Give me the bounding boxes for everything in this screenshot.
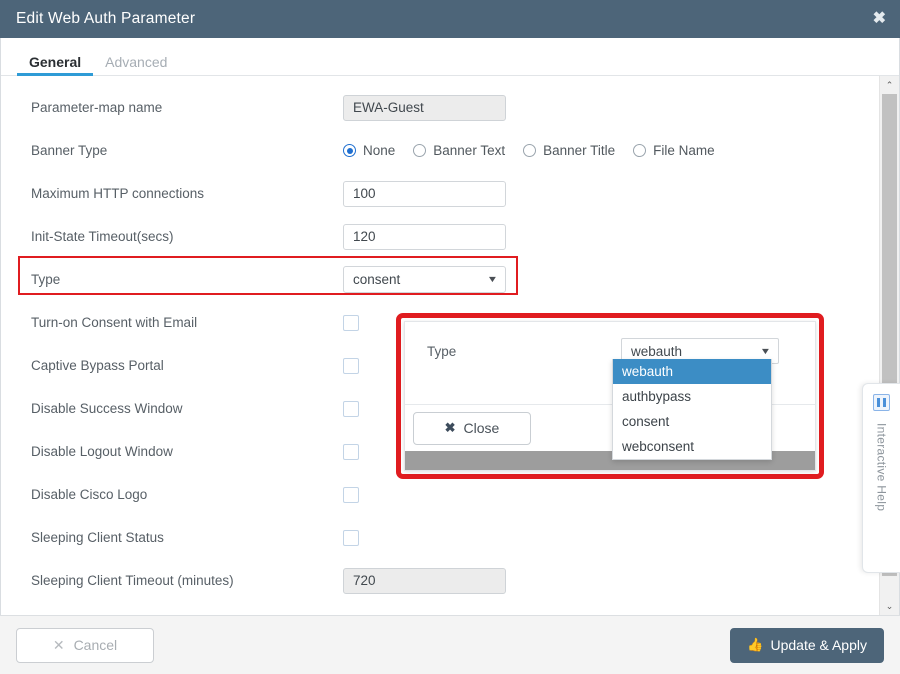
parameter-map-name-input[interactable]: EWA-Guest — [343, 94, 506, 121]
label-sleeping-client-timeout: Sleeping Client Timeout (minutes) — [31, 573, 234, 588]
interactive-help-label: Interactive Help — [874, 423, 889, 512]
field-max-http-connections: 100 — [343, 180, 879, 207]
type-select-value: consent — [353, 272, 401, 287]
radio-banner-type-none[interactable]: None — [343, 143, 395, 158]
dropdown-option-webconsent[interactable]: webconsent — [613, 434, 771, 459]
row-sleeping-client-timeout: Sleeping Client Timeout (minutes) 720 — [1, 559, 879, 602]
banner-type-radio-group: None Banner Text Banner Title File Name — [343, 143, 879, 158]
label-disable-logout-window: Disable Logout Window — [31, 444, 173, 459]
label-init-state-timeout: Init-State Timeout(secs) — [31, 229, 174, 244]
close-icon[interactable]: ✖ — [873, 11, 886, 27]
checkbox-sleeping-client-status[interactable] — [343, 529, 359, 546]
label-sleeping-client-status: Sleeping Client Status — [31, 530, 164, 545]
label-banner-type: Banner Type — [31, 143, 108, 158]
dialog-title: Edit Web Auth Parameter — [16, 10, 196, 27]
thumbs-up-icon: 👍 — [747, 637, 764, 652]
checkbox-captive-bypass-portal[interactable] — [343, 357, 359, 374]
field-sleeping-client-timeout: 720 — [343, 567, 879, 594]
update-apply-button[interactable]: 👍 Update & Apply — [730, 627, 884, 663]
dropdown-option-consent[interactable]: consent — [613, 409, 771, 434]
init-state-timeout-input[interactable]: 120 — [343, 223, 506, 250]
radio-banner-type-banner-title[interactable]: Banner Title — [523, 143, 615, 158]
dialog-titlebar: Edit Web Auth Parameter ✖ — [0, 0, 900, 38]
scroll-down-icon[interactable]: ⌄ — [880, 597, 899, 615]
dropdown-option-webauth[interactable]: webauth — [613, 359, 771, 384]
label-disable-cisco-logo: Disable Cisco Logo — [31, 487, 148, 502]
max-http-connections-input[interactable]: 100 — [343, 180, 506, 207]
type-dropdown-list: webauth authbypass consent webconsent — [612, 359, 772, 460]
field-parameter-map-name: EWA-Guest — [343, 94, 879, 121]
row-parameter-map-name: Parameter-map name EWA-Guest — [1, 86, 879, 129]
close-x-icon: ✕ — [52, 636, 65, 653]
popup-type-select-value: webauth — [631, 343, 683, 359]
radio-label-banner-text: Banner Text — [433, 143, 506, 158]
update-apply-button-label: Update & Apply — [770, 637, 867, 653]
radio-banner-type-file-name[interactable]: File Name — [633, 143, 715, 158]
radio-icon-none — [343, 144, 356, 157]
field-banner-type: None Banner Text Banner Title File Name — [343, 143, 879, 158]
row-sleeping-client-status: Sleeping Client Status — [1, 516, 879, 559]
popup-close-button-label: Close — [463, 420, 500, 436]
field-sleeping-client-status — [343, 529, 879, 546]
cancel-button-label: Cancel — [73, 637, 118, 653]
tab-advanced[interactable]: Advanced — [93, 55, 179, 75]
help-panel-icon — [873, 394, 890, 411]
row-init-state-timeout: Init-State Timeout(secs) 120 — [1, 215, 879, 258]
label-max-http-connections: Maximum HTTP connections — [31, 186, 205, 201]
radio-banner-type-banner-text[interactable]: Banner Text — [413, 143, 505, 158]
tab-general[interactable]: General — [17, 55, 94, 76]
checkbox-disable-success-window[interactable] — [343, 400, 359, 417]
label-type: Type — [31, 272, 61, 287]
dropdown-option-authbypass[interactable]: authbypass — [613, 384, 771, 409]
tab-bar: General Advanced — [1, 38, 899, 76]
checkbox-disable-cisco-logo[interactable] — [343, 486, 359, 503]
field-type: consent ▼ — [343, 266, 879, 293]
chevron-down-icon: ▼ — [759, 345, 772, 356]
radio-label-banner-title: Banner Title — [543, 143, 616, 158]
cancel-button[interactable]: ✕ Cancel — [16, 627, 154, 663]
chevron-down-icon: ▼ — [486, 274, 499, 284]
checkbox-disable-logout-window[interactable] — [343, 443, 359, 460]
label-parameter-map-name: Parameter-map name — [31, 100, 163, 115]
radio-label-none: None — [363, 143, 396, 158]
label-disable-success-window: Disable Success Window — [31, 401, 183, 416]
label-turn-on-consent-with-email: Turn-on Consent with Email — [31, 315, 198, 330]
radio-label-file-name: File Name — [653, 143, 715, 158]
row-type: Type consent ▼ — [1, 258, 879, 301]
radio-icon-banner-text — [413, 144, 427, 157]
type-select[interactable]: consent ▼ — [343, 266, 506, 293]
dialog-footer: ✕ Cancel 👍 Update & Apply — [0, 615, 900, 674]
field-disable-cisco-logo — [343, 486, 879, 503]
sleeping-client-timeout-input[interactable]: 720 — [343, 567, 506, 594]
row-banner-type: Banner Type None Banner Text Banner Titl… — [1, 129, 879, 172]
close-x-icon: ✖ — [444, 420, 456, 435]
checkbox-turn-on-consent-with-email[interactable] — [343, 314, 359, 331]
radio-icon-file-name — [633, 144, 647, 157]
popup-close-button[interactable]: ✖ Close — [413, 411, 531, 445]
row-disable-cisco-logo: Disable Cisco Logo — [1, 473, 879, 516]
radio-icon-banner-title — [523, 144, 537, 157]
row-max-http-connections: Maximum HTTP connections 100 — [1, 172, 879, 215]
popup-label-type: Type — [427, 343, 457, 359]
scroll-up-icon[interactable]: ⌃ — [880, 76, 899, 94]
field-init-state-timeout: 120 — [343, 223, 879, 250]
label-captive-bypass-portal: Captive Bypass Portal — [31, 358, 164, 373]
interactive-help-tab[interactable]: Interactive Help — [862, 383, 900, 573]
